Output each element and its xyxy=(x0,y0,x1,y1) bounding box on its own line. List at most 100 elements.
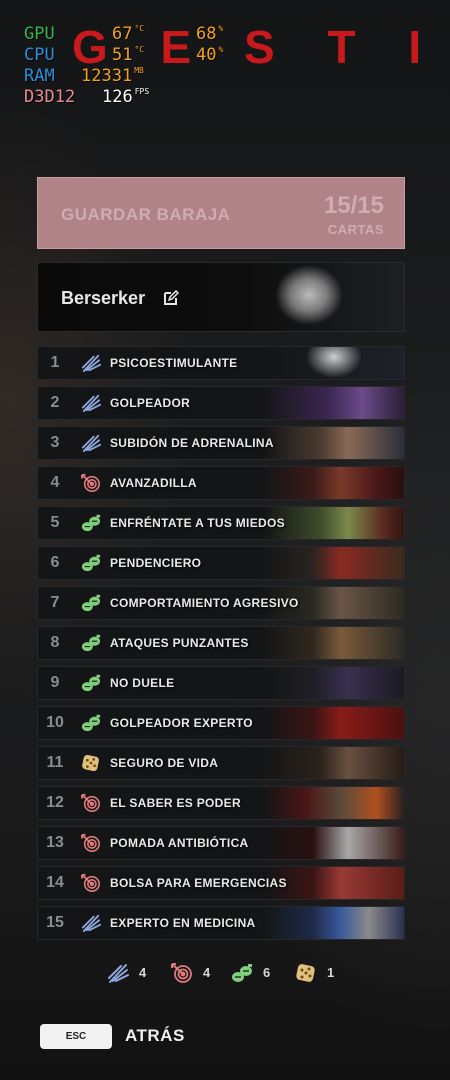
card-count: 15/15 xyxy=(323,192,384,219)
card-row[interactable]: 9 NO DUELE xyxy=(37,666,405,700)
card-row[interactable]: 14 BOLSA PARA EMERGENCIAS xyxy=(37,866,405,900)
card-name: COMPORTAMIENTO AGRESIVO xyxy=(110,596,299,610)
card-name: GOLPEADOR xyxy=(110,396,191,410)
target-icon xyxy=(80,833,102,853)
card-art-image xyxy=(264,707,404,739)
summary-count: 4 xyxy=(203,965,211,980)
summary-count: 6 xyxy=(263,965,271,980)
card-number: 6 xyxy=(50,554,60,571)
performance-overlay: GPU 67 °C 68% CPU 51 °C 40% RAM 12331 MB D3… xyxy=(24,24,264,108)
card-name: EXPERTO EN MEDICINA xyxy=(110,916,256,930)
card-row[interactable]: 4 AVANZADILLA xyxy=(37,466,405,500)
save-deck-button[interactable]: GUARDAR BARAJA 15/15 CARTAS xyxy=(37,177,405,249)
card-number: 3 xyxy=(50,434,60,451)
summary-count: 4 xyxy=(139,965,147,980)
overlay-cpu-temp-unit: °C xyxy=(134,45,145,54)
card-row[interactable]: 7 COMPORTAMIENTO AGRESIVO xyxy=(37,586,405,620)
overlay-gpu-temp: 67 °C xyxy=(112,24,144,45)
card-number: 10 xyxy=(46,714,64,731)
overlay-fps-unit: FPS xyxy=(134,87,150,96)
overlay-gpu-temp-value: 67 xyxy=(112,24,133,44)
card-row[interactable]: 13 POMADA ANTIBIÓTICA xyxy=(37,826,405,860)
overlay-ram-label: RAM xyxy=(24,66,55,86)
overlay-cpu-load-value: 40 xyxy=(196,45,217,65)
wing-icon xyxy=(80,913,102,933)
wing-icon xyxy=(80,393,102,413)
card-art-image xyxy=(264,627,404,659)
card-art-image xyxy=(264,787,404,819)
grenade-icon xyxy=(80,713,102,733)
card-art-image xyxy=(264,467,404,499)
overlay-cpu-temp-value: 51 xyxy=(112,45,133,65)
card-number: 2 xyxy=(50,394,60,411)
card-row[interactable]: 8 ATAQUES PUNZANTES xyxy=(37,626,405,660)
overlay-fps-row: D3D12 126 FPS xyxy=(24,87,264,108)
target-icon xyxy=(80,793,102,813)
deck-name-field[interactable]: Berserker xyxy=(37,262,405,332)
card-art-image xyxy=(264,427,404,459)
card-art-image xyxy=(264,907,404,939)
grenade-icon xyxy=(80,553,102,573)
target-icon xyxy=(80,873,102,893)
card-row[interactable]: 2 GOLPEADOR xyxy=(37,386,405,420)
card-art-image xyxy=(264,667,404,699)
card-row[interactable]: 3 SUBIDÓN DE ADRENALINA xyxy=(37,426,405,460)
card-name: GOLPEADOR EXPERTO xyxy=(110,716,253,730)
card-number: 4 xyxy=(50,474,60,491)
overlay-gpu-row: GPU 67 °C 68% xyxy=(24,24,264,45)
card-name: ATAQUES PUNZANTES xyxy=(110,636,249,650)
overlay-gpu-load: 68% xyxy=(196,24,223,45)
card-name: POMADA ANTIBIÓTICA xyxy=(110,836,249,850)
card-number: 8 xyxy=(50,634,60,651)
card-name: SUBIDÓN DE ADRENALINA xyxy=(110,436,274,450)
grenade-icon xyxy=(80,633,102,653)
card-name: PENDENCIERO xyxy=(110,556,202,570)
overlay-gpu-temp-unit: °C xyxy=(134,24,145,33)
card-art-image xyxy=(264,547,404,579)
card-art-image xyxy=(264,347,404,379)
overlay-api-label: D3D12 xyxy=(24,87,76,107)
overlay-cpu-label: CPU xyxy=(24,45,55,65)
card-number: 13 xyxy=(46,834,64,851)
overlay-ram-value: 12331 xyxy=(81,66,133,86)
card-number: 1 xyxy=(50,354,60,371)
back-button-label[interactable]: ATRÁS xyxy=(125,1026,185,1046)
card-count-label: CARTAS xyxy=(327,222,384,237)
card-row[interactable]: 15 EXPERTO EN MEDICINA xyxy=(37,906,405,940)
card-row[interactable]: 5 ENFRÉNTATE A TUS MIEDOS xyxy=(37,506,405,540)
card-number: 14 xyxy=(46,874,64,891)
overlay-gpu-load-value: 68 xyxy=(196,24,217,44)
card-number: 11 xyxy=(46,754,64,771)
summary-count: 1 xyxy=(327,965,335,980)
esc-key-button[interactable]: ESC xyxy=(40,1024,112,1049)
card-name: NO DUELE xyxy=(110,676,175,690)
overlay-cpu-row: CPU 51 °C 40% xyxy=(24,45,264,66)
card-art-image xyxy=(264,507,404,539)
wing-icon xyxy=(80,353,102,373)
card-name: BOLSA PARA EMERGENCIAS xyxy=(110,876,287,890)
card-art-image xyxy=(264,827,404,859)
card-row[interactable]: 11 SEGURO DE VIDA xyxy=(37,746,405,780)
card-number: 7 xyxy=(50,594,60,611)
footer-bar: ESC ATRÁS xyxy=(40,1022,340,1052)
overlay-ram-usage: 12331 MB xyxy=(81,66,144,87)
card-number: 15 xyxy=(46,914,64,931)
card-row[interactable]: 12 EL SABER ES PODER xyxy=(37,786,405,820)
card-row[interactable]: 1 PSICOESTIMULANTE xyxy=(37,346,405,380)
card-row[interactable]: 6 PENDENCIERO xyxy=(37,546,405,580)
target-icon xyxy=(80,473,102,493)
overlay-ram-row: RAM 12331 MB xyxy=(24,66,264,87)
deck-art-image xyxy=(254,263,364,331)
grenade-icon xyxy=(80,673,102,693)
overlay-gpu-label: GPU xyxy=(24,24,55,44)
overlay-fps-value: 126 xyxy=(102,87,133,107)
card-art-image xyxy=(264,747,404,779)
card-row[interactable]: 10 GOLPEADOR EXPERTO xyxy=(37,706,405,740)
card-number: 9 xyxy=(50,674,60,691)
card-number: 12 xyxy=(46,794,64,811)
overlay-ram-unit: MB xyxy=(134,66,144,75)
deck-name: Berserker xyxy=(61,288,146,308)
overlay-cpu-temp: 51 °C xyxy=(112,45,144,66)
card-name: ENFRÉNTATE A TUS MIEDOS xyxy=(110,516,285,530)
edit-icon[interactable] xyxy=(163,290,179,306)
